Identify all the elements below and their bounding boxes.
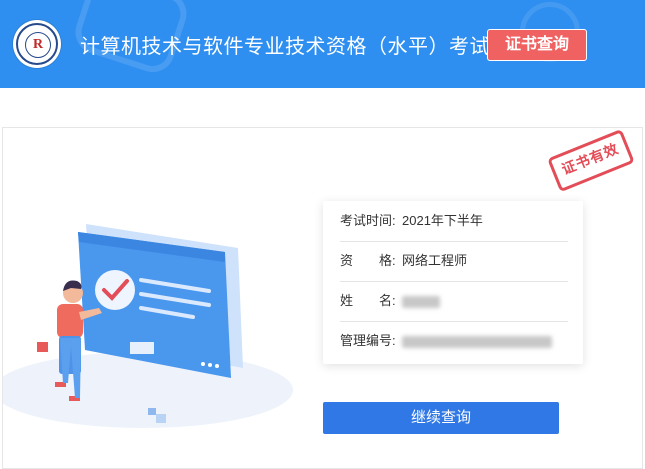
cert-number-row: 管理编号: <box>340 321 568 361</box>
name-label: 姓 名: <box>340 293 396 308</box>
exam-time-label: 考试时间: <box>340 213 396 228</box>
logo-center: R <box>25 32 51 58</box>
exam-illustration <box>3 224 293 428</box>
exam-time-row: 考试时间: 2021年下半年 <box>340 201 568 242</box>
exam-seal-logo-icon: R <box>13 20 61 68</box>
top-header: R 计算机技术与软件专业技术资格（水平）考试 证书查询 <box>0 0 645 88</box>
page-title: 计算机技术与软件专业技术资格（水平）考试 <box>80 36 490 58</box>
screen-dot <box>201 362 205 366</box>
screen-block <box>130 342 154 354</box>
check-circle-icon <box>95 270 135 310</box>
floor-cube <box>37 342 48 352</box>
exam-time-value: 2021年下半年 <box>402 213 483 228</box>
name-row: 姓 名: <box>340 281 568 322</box>
continue-query-button[interactable]: 继续查询 <box>323 402 559 434</box>
name-value-redacted <box>402 295 440 308</box>
cert-number-label: 管理编号: <box>340 333 396 348</box>
query-result-panel: 考试时间: 2021年下半年 资 格: 网络工程师 姓 名: 管理编号: <box>323 201 583 364</box>
certificate-query-button[interactable]: 证书查询 <box>487 29 587 61</box>
screen-dot <box>215 364 219 368</box>
screen-dot <box>208 363 212 367</box>
qualification-value: 网络工程师 <box>402 253 468 268</box>
cert-number-value-redacted <box>402 335 552 348</box>
logo-letter: R <box>32 37 44 52</box>
qualification-label: 资 格: <box>340 253 396 268</box>
floor-cube <box>156 414 166 423</box>
result-card: 考试时间: 2021年下半年 资 格: 网络工程师 姓 名: 管理编号: 继续查询 <box>2 127 643 469</box>
qualification-row: 资 格: 网络工程师 <box>340 241 568 282</box>
illustration-floor-shadow <box>3 352 293 428</box>
floor-cube <box>148 408 156 415</box>
person-torso <box>57 304 83 338</box>
